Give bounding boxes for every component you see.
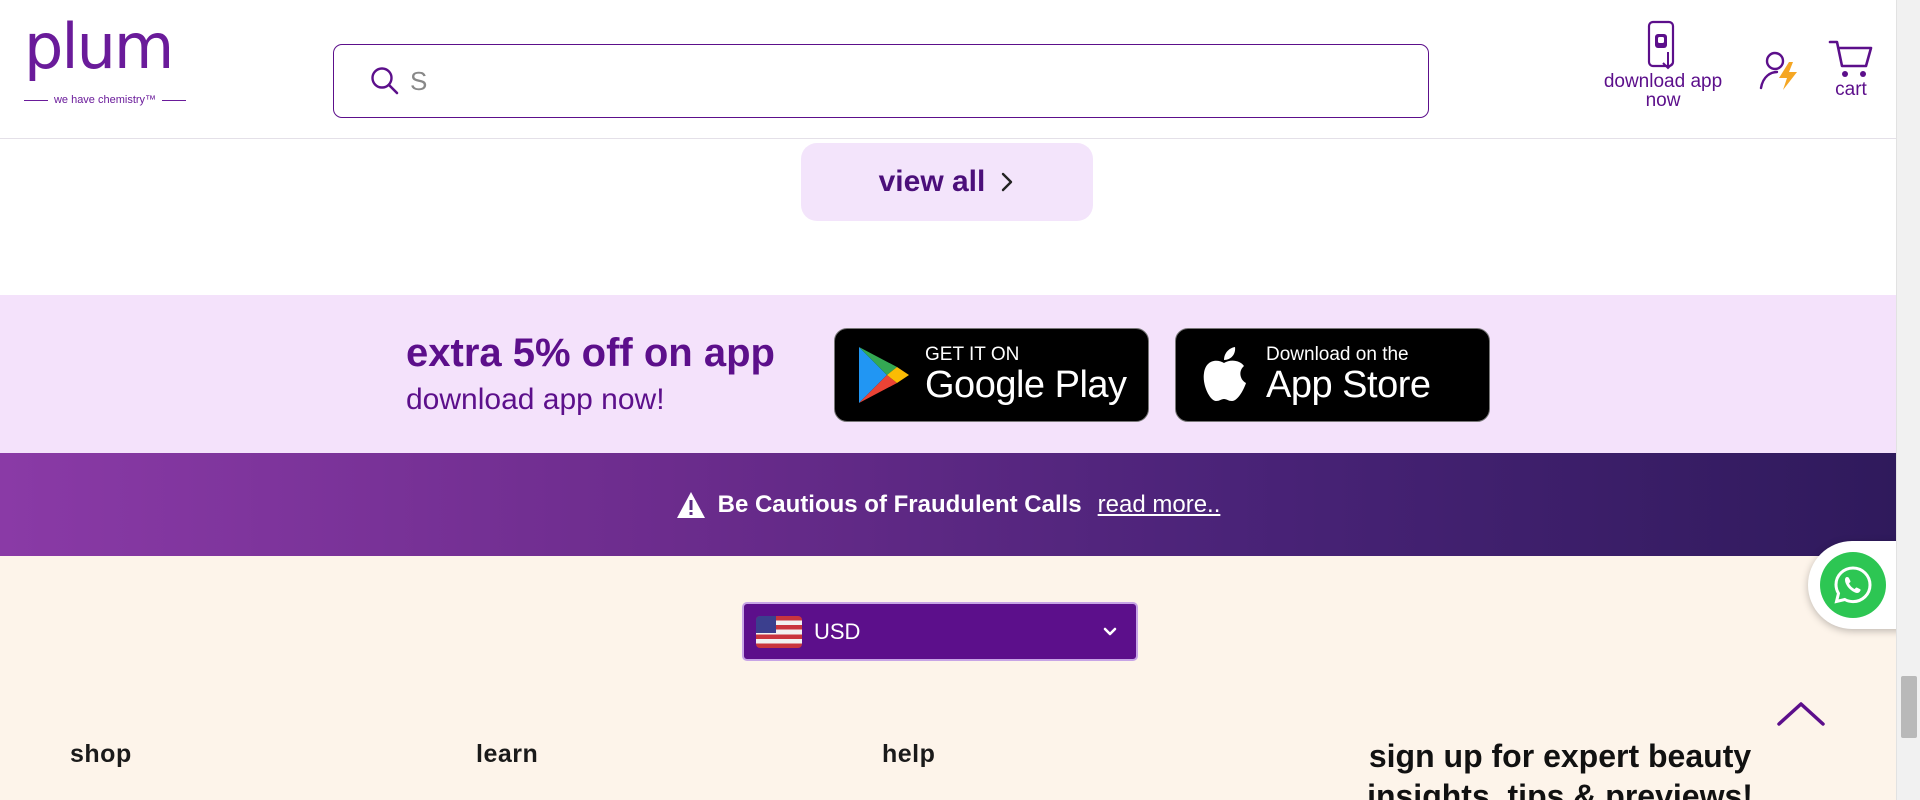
read-more-link[interactable]: read more.. <box>1098 491 1221 519</box>
logo-wordmark: plum <box>24 10 174 83</box>
app-store-button[interactable]: Download on the App Store <box>1175 328 1490 422</box>
page-scrollbar[interactable] <box>1896 0 1920 800</box>
google-play-small-text: GET IT ON <box>925 344 1020 365</box>
scroll-to-top-icon[interactable] <box>1775 698 1827 728</box>
app-offer-subtitle: download app now! <box>406 383 665 416</box>
view-all-button[interactable]: view all <box>801 143 1093 221</box>
search-input[interactable] <box>410 65 1310 97</box>
cart-icon <box>1828 40 1873 77</box>
google-play-icon <box>853 343 913 407</box>
account-button[interactable] <box>1758 48 1802 92</box>
scrollbar-thumb[interactable] <box>1901 676 1917 738</box>
footer-help-heading: help <box>882 740 936 768</box>
site-footer: USD shop learn help sign up for expert b… <box>0 556 1896 800</box>
google-play-big-text: Google Play <box>925 364 1127 406</box>
warning-icon <box>676 491 705 518</box>
search-bar[interactable] <box>333 44 1429 118</box>
app-store-small-text: Download on the <box>1266 344 1409 365</box>
search-icon <box>368 64 402 98</box>
app-offer-title: extra 5% off on app <box>406 331 775 375</box>
plum-logo[interactable]: plum we have chemistry™ <box>24 16 186 114</box>
download-app-label: download app now <box>1603 71 1723 111</box>
whatsapp-icon <box>1820 552 1886 618</box>
whatsapp-chat-button[interactable] <box>1808 541 1908 629</box>
phone-download-icon <box>1647 20 1675 70</box>
app-download-banner: extra 5% off on app download app now! GE… <box>0 295 1896 453</box>
footer-shop-heading: shop <box>70 740 132 768</box>
fraud-warning-text: Be Cautious of Fraudulent Calls <box>717 490 1082 518</box>
app-store-big-text: App Store <box>1266 364 1431 406</box>
google-play-button[interactable]: GET IT ON Google Play <box>834 328 1149 422</box>
currency-selector[interactable]: USD <box>742 602 1138 661</box>
currency-value: USD <box>814 618 861 644</box>
fraud-warning-bar: Be Cautious of Fraudulent Calls read mor… <box>0 453 1896 556</box>
cart-button[interactable]: cart <box>1826 38 1876 99</box>
logo-tagline: we have chemistry™ <box>24 94 186 106</box>
us-flag-icon <box>756 615 802 648</box>
site-header: plum we have chemistry™ download app now… <box>0 0 1896 139</box>
cart-label: cart <box>1835 79 1867 100</box>
newsletter-signup-heading: sign up for expert beauty insights, tips… <box>1367 738 1753 800</box>
footer-learn-heading: learn <box>476 740 539 768</box>
download-app-link[interactable]: download app now <box>1600 20 1726 110</box>
chevron-right-icon <box>1002 172 1013 192</box>
view-all-label: view all <box>878 165 986 198</box>
account-lightning-icon <box>1759 51 1797 90</box>
chevron-down-icon <box>1103 627 1117 635</box>
apple-icon <box>1194 343 1254 407</box>
